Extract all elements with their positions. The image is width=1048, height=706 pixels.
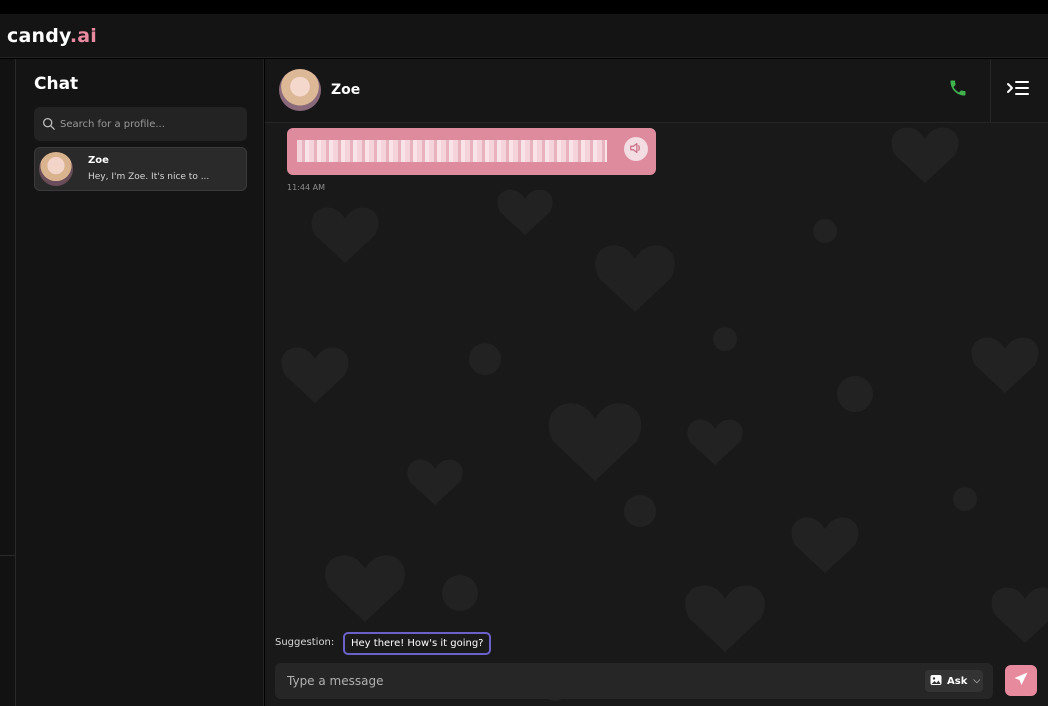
ask-dropdown[interactable]: Ask ⌵ xyxy=(925,670,983,692)
search-icon xyxy=(42,115,55,134)
chevron-down-icon: ⌵ xyxy=(973,676,981,686)
message-timestamp: 11:44 AM xyxy=(287,183,325,192)
chat-header: Zoe xyxy=(265,59,1048,123)
rail-divider xyxy=(0,555,15,556)
redacted-message-text xyxy=(297,140,607,162)
top-bar: candy.ai xyxy=(0,14,1048,58)
conversation-name: Zoe xyxy=(88,155,109,166)
contact-avatar[interactable] xyxy=(279,69,321,111)
message-input[interactable] xyxy=(287,672,887,690)
toggle-panel-button[interactable] xyxy=(1003,77,1033,105)
avatar xyxy=(39,152,73,186)
suggestion-label: Suggestion: xyxy=(275,637,335,648)
profile-search[interactable] xyxy=(34,107,247,141)
header-divider xyxy=(990,59,991,123)
message-bubble xyxy=(287,128,656,175)
window-top-band xyxy=(0,0,1048,14)
phone-icon xyxy=(948,78,968,102)
sidebar-title: Chat xyxy=(34,74,79,94)
play-audio-button[interactable] xyxy=(624,137,648,161)
send-button[interactable] xyxy=(1005,665,1037,696)
conversation-preview: Hey, I'm Zoe. It's nice to ... xyxy=(88,172,210,182)
chat-sidebar: Chat Zoe Hey, I'm Zoe. It's nice to ... xyxy=(16,59,264,706)
ask-label: Ask xyxy=(947,675,968,687)
side-rail xyxy=(0,59,16,706)
message-composer: Ask ⌵ xyxy=(275,663,993,699)
logo-accent: .ai xyxy=(69,24,98,47)
send-icon xyxy=(1013,671,1029,691)
speaker-icon xyxy=(629,140,643,159)
suggestion-chip[interactable]: Hey there! How's it going? xyxy=(343,632,492,655)
chat-panel: Zoe 11:44 AM Suggestion: Hey there! How'… xyxy=(265,59,1048,706)
menu-collapse-icon xyxy=(1006,79,1030,103)
call-button[interactable] xyxy=(945,77,971,103)
app-logo[interactable]: candy.ai xyxy=(7,25,97,47)
image-icon xyxy=(930,674,942,689)
logo-text: candy xyxy=(7,24,70,47)
conversation-item-zoe[interactable]: Zoe Hey, I'm Zoe. It's nice to ... xyxy=(34,147,247,191)
contact-name: Zoe xyxy=(331,82,361,98)
search-input[interactable] xyxy=(60,118,240,130)
